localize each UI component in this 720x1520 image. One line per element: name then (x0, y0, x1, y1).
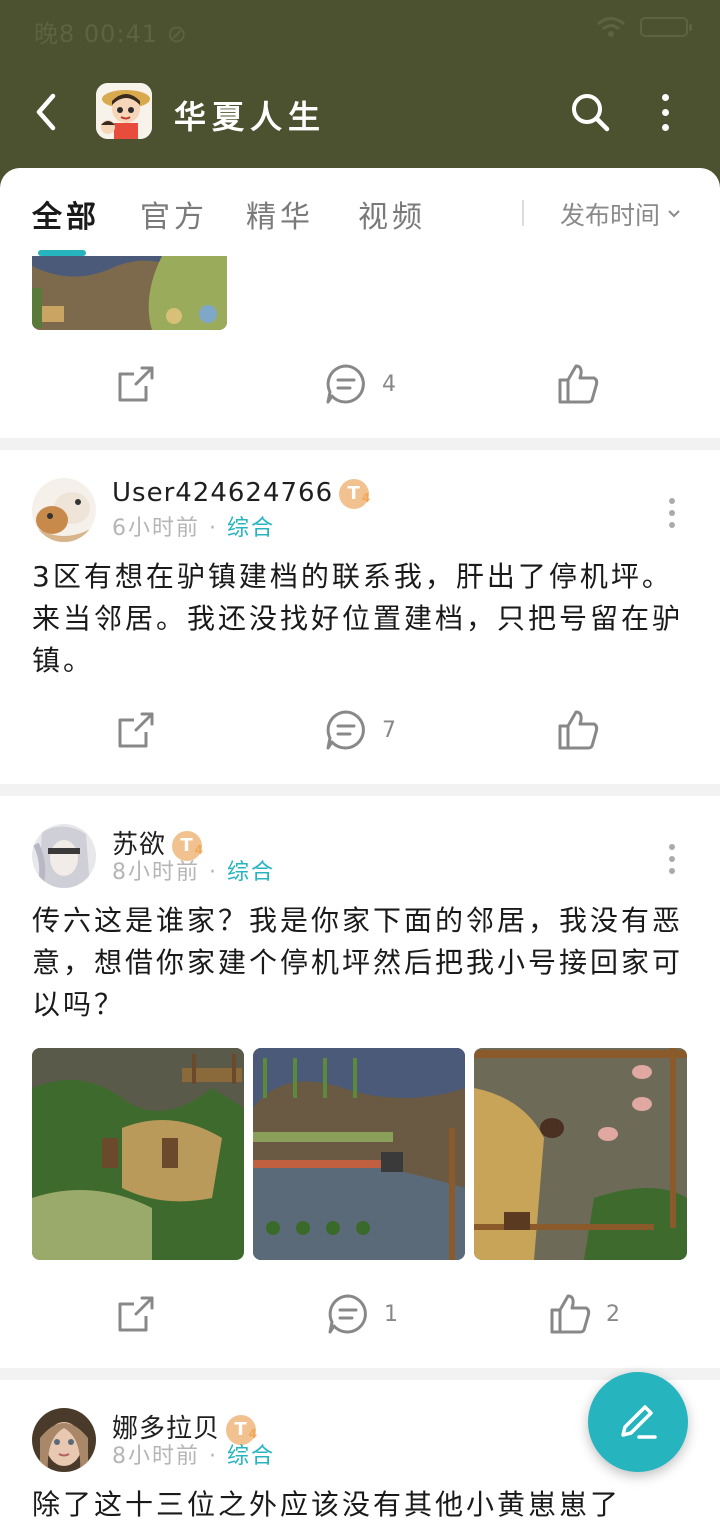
search-icon (572, 94, 610, 132)
sort-dropdown[interactable]: 发布时间 (560, 196, 682, 232)
tab-all[interactable]: 全部 (32, 192, 100, 236)
battery-icon (640, 17, 692, 37)
post-actions: 7 (0, 700, 720, 760)
post-image[interactable] (32, 256, 227, 330)
search-button[interactable] (566, 88, 614, 136)
post-actions: 4 (0, 354, 720, 414)
avatar[interactable] (32, 1408, 96, 1472)
share-button[interactable] (116, 354, 156, 414)
username[interactable]: User424624766 (112, 478, 333, 508)
post-category[interactable]: 综合 (227, 1444, 275, 1469)
post-time: 8小时前 (112, 860, 200, 885)
comment-icon (328, 1294, 367, 1334)
post-category[interactable]: 综合 (227, 860, 275, 885)
comment-icon (326, 710, 365, 750)
level-badge: T4 (339, 478, 370, 509)
divider (0, 438, 720, 450)
post-meta: 8小时前 · 综合 (112, 860, 275, 885)
back-button[interactable] (24, 88, 68, 136)
chevron-down-icon (668, 210, 680, 218)
like-icon (550, 1294, 591, 1334)
page-title: 华夏人生 (174, 98, 327, 136)
post-image[interactable] (253, 1048, 465, 1260)
post-time: 8小时前 (112, 1444, 200, 1469)
tab-featured[interactable]: 精华 (246, 192, 314, 236)
tab-official[interactable]: 官方 (140, 192, 208, 236)
comment-count: 1 (384, 1301, 398, 1327)
wifi-icon (597, 17, 625, 37)
post-actions: 1 2 (0, 1284, 720, 1344)
comment-button[interactable]: 1 (326, 1284, 398, 1344)
share-button[interactable] (116, 700, 156, 760)
status-time: 晚8 00:41 ⊘ (34, 20, 188, 48)
tab-divider (522, 200, 524, 226)
like-button[interactable]: 2 (548, 1284, 620, 1344)
post-time: 6小时前 (112, 516, 200, 541)
share-icon (118, 1296, 154, 1332)
comment-icon (326, 364, 365, 404)
share-icon (118, 712, 154, 748)
post-image[interactable] (32, 1048, 244, 1260)
post-card[interactable]: 4 (0, 256, 720, 438)
divider (0, 784, 720, 796)
back-icon (36, 93, 56, 131)
post-more-icon[interactable] (662, 498, 682, 528)
tab-video[interactable]: 视频 (358, 192, 426, 236)
comment-button[interactable]: 4 (324, 354, 396, 414)
like-button[interactable] (556, 354, 600, 414)
share-icon (118, 366, 154, 402)
post-text[interactable]: 除了这十三位之外应该没有其他小黄崽崽了 (32, 1484, 692, 1520)
post-category[interactable]: 综合 (227, 516, 275, 541)
app-header: 晚8 00:41 ⊘ 华夏人生 (0, 0, 720, 190)
tab-bar: 全部 官方 精华 视频 发布时间 (0, 168, 720, 258)
comment-count: 4 (382, 371, 396, 397)
comment-count: 7 (382, 717, 396, 743)
post-card[interactable]: 苏欲 T 4 8小时前 · 综合 传六这是谁家？我是你家下面的邻居，我没有恶意，想借… (0, 796, 720, 1368)
post-text[interactable]: 传六这是谁家？我是你家下面的邻居，我没有恶意，想借你家建个停机坪然后把我小号接回… (32, 900, 692, 1026)
like-button[interactable] (556, 700, 600, 760)
post-text[interactable]: 3区有想在驴镇建档的联系我，肝出了停机坪。来当邻居。我还没找好位置建档，只把号留… (32, 556, 692, 682)
post-meta: 8小时前 · 综合 (112, 1444, 275, 1469)
comment-button[interactable]: 7 (324, 700, 396, 760)
create-post-button[interactable] (588, 1372, 688, 1472)
avatar[interactable] (32, 824, 96, 888)
status-bar: 晚8 00:41 ⊘ (0, 0, 720, 56)
game-logo-image (96, 83, 152, 139)
like-count: 2 (606, 1301, 620, 1327)
game-logo[interactable] (96, 83, 152, 139)
post-image[interactable] (474, 1048, 687, 1260)
sort-label: 发布时间 (560, 201, 661, 230)
more-icon[interactable] (650, 88, 680, 136)
like-icon (558, 710, 599, 750)
post-card[interactable]: User424624766 T 4 6小时前 · 综合 3区有想在驴镇建档的联系我，… (0, 450, 720, 784)
share-button[interactable] (116, 1284, 156, 1344)
avatar[interactable] (32, 478, 96, 542)
edit-icon (621, 1405, 657, 1439)
post-more-icon[interactable] (662, 844, 682, 874)
post-meta: 6小时前 · 综合 (112, 516, 275, 541)
like-icon (558, 364, 599, 404)
